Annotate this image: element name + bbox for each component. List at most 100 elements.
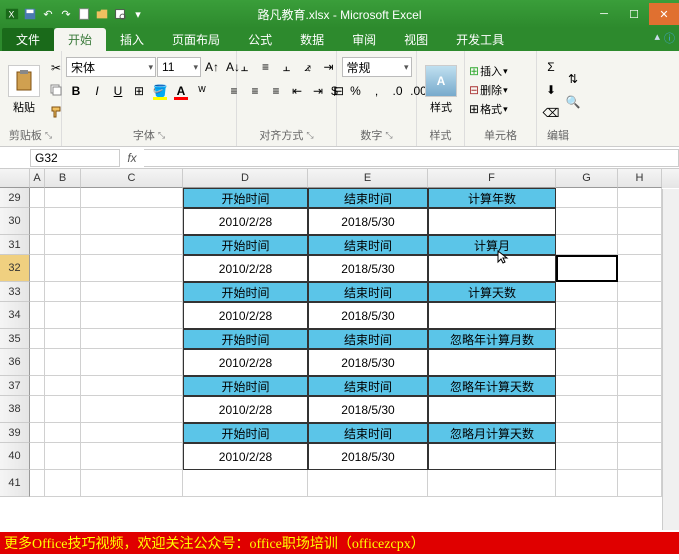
cell[interactable] <box>30 302 45 329</box>
close-button[interactable]: ✕ <box>649 3 679 25</box>
col-header-E[interactable]: E <box>308 169 428 188</box>
cell[interactable]: 忽略年计算天数 <box>428 376 556 396</box>
cell[interactable] <box>428 396 556 423</box>
cell[interactable]: 计算天数 <box>428 282 556 302</box>
cell[interactable] <box>81 255 183 282</box>
decrease-indent-icon[interactable]: ⇤ <box>287 81 307 101</box>
cell[interactable] <box>45 282 81 302</box>
row-header[interactable]: 39 <box>0 423 30 443</box>
cell[interactable]: 结束时间 <box>308 329 428 349</box>
row-header[interactable]: 30 <box>0 208 30 235</box>
cell[interactable] <box>556 423 618 443</box>
cell[interactable]: 开始时间 <box>183 423 308 443</box>
cell[interactable] <box>556 188 618 208</box>
row-header[interactable]: 32 <box>0 255 30 282</box>
cell[interactable]: 结束时间 <box>308 188 428 208</box>
cell[interactable]: 2010/2/28 <box>183 349 308 376</box>
cell[interactable] <box>618 329 662 349</box>
cell[interactable] <box>618 470 662 497</box>
cell[interactable]: 2018/5/30 <box>308 208 428 235</box>
orientation-icon[interactable]: ⦨ <box>298 57 318 77</box>
cell[interactable] <box>556 255 618 282</box>
cell[interactable] <box>618 349 662 376</box>
cell[interactable] <box>81 208 183 235</box>
cell[interactable]: 结束时间 <box>308 282 428 302</box>
maximize-button[interactable]: ☐ <box>619 3 649 25</box>
tab-file[interactable]: 文件 <box>2 28 54 51</box>
fill-color-button[interactable]: 🪣 <box>150 81 170 101</box>
cell[interactable] <box>428 255 556 282</box>
cell[interactable] <box>45 443 81 470</box>
save-icon[interactable] <box>22 6 38 22</box>
styles-button[interactable]: A 样式 <box>421 63 461 117</box>
font-size-dropdown[interactable]: 11 <box>157 57 201 77</box>
col-header-H[interactable]: H <box>618 169 662 188</box>
minimize-button[interactable]: ─ <box>589 3 619 25</box>
cell[interactable]: 计算月 <box>428 235 556 255</box>
cell[interactable] <box>556 470 618 497</box>
cell[interactable] <box>428 443 556 470</box>
tab-view[interactable]: 视图 <box>390 28 442 51</box>
clear-icon[interactable]: ⌫ <box>541 103 561 123</box>
qat-dropdown-icon[interactable]: ▾ <box>130 6 146 22</box>
cell[interactable] <box>45 349 81 376</box>
insert-cells-button[interactable]: ⊞插入▾ <box>469 63 508 79</box>
cell[interactable] <box>30 443 45 470</box>
name-box[interactable]: G32 <box>30 149 120 167</box>
align-middle-icon[interactable]: ≡ <box>256 57 276 77</box>
cell[interactable] <box>81 470 183 497</box>
cell[interactable] <box>30 376 45 396</box>
format-cells-button[interactable]: ⊞格式▾ <box>469 101 508 117</box>
cell[interactable] <box>618 423 662 443</box>
cell[interactable]: 开始时间 <box>183 329 308 349</box>
font-name-dropdown[interactable]: 宋体 <box>66 57 156 77</box>
cell[interactable] <box>556 282 618 302</box>
find-icon[interactable]: 🔍 <box>563 92 583 112</box>
cell[interactable] <box>428 208 556 235</box>
cell[interactable]: 2018/5/30 <box>308 302 428 329</box>
cell[interactable]: 2018/5/30 <box>308 255 428 282</box>
select-all-corner[interactable] <box>0 169 30 188</box>
cell[interactable] <box>183 470 308 497</box>
cell[interactable] <box>618 255 662 282</box>
row-header[interactable]: 31 <box>0 235 30 255</box>
row-header[interactable]: 37 <box>0 376 30 396</box>
fx-icon[interactable]: fx <box>120 151 144 165</box>
increase-decimal-icon[interactable]: .0 <box>388 81 408 101</box>
cell[interactable] <box>81 423 183 443</box>
row-header[interactable]: 29 <box>0 188 30 208</box>
align-right-icon[interactable]: ≡ <box>266 81 286 101</box>
cell[interactable] <box>30 329 45 349</box>
help-icon[interactable]: ⓘ <box>664 30 675 46</box>
cell[interactable]: 2018/5/30 <box>308 396 428 423</box>
cell[interactable] <box>556 329 618 349</box>
font-color-button[interactable]: A <box>171 81 191 101</box>
cell[interactable] <box>45 188 81 208</box>
cell[interactable] <box>556 443 618 470</box>
cell[interactable] <box>45 470 81 497</box>
row-header[interactable]: 36 <box>0 349 30 376</box>
cell[interactable] <box>618 282 662 302</box>
autosum-icon[interactable]: Σ <box>541 57 561 77</box>
open-icon[interactable] <box>94 6 110 22</box>
cell[interactable] <box>81 282 183 302</box>
fill-icon[interactable]: ⬇ <box>541 80 561 100</box>
cell[interactable]: 结束时间 <box>308 423 428 443</box>
cell[interactable] <box>30 255 45 282</box>
cell[interactable] <box>30 235 45 255</box>
cell[interactable]: 忽略月计算天数 <box>428 423 556 443</box>
cell[interactable] <box>81 349 183 376</box>
delete-cells-button[interactable]: ⊟删除▾ <box>469 82 508 98</box>
col-header-A[interactable]: A <box>30 169 45 188</box>
col-header-D[interactable]: D <box>183 169 308 188</box>
cell[interactable] <box>556 349 618 376</box>
cell[interactable] <box>428 349 556 376</box>
cell[interactable] <box>30 188 45 208</box>
cell[interactable] <box>81 396 183 423</box>
cell[interactable] <box>81 188 183 208</box>
redo-icon[interactable]: ↷ <box>58 6 74 22</box>
cell[interactable] <box>556 396 618 423</box>
col-header-C[interactable]: C <box>81 169 183 188</box>
cell[interactable]: 开始时间 <box>183 188 308 208</box>
cell[interactable] <box>556 302 618 329</box>
